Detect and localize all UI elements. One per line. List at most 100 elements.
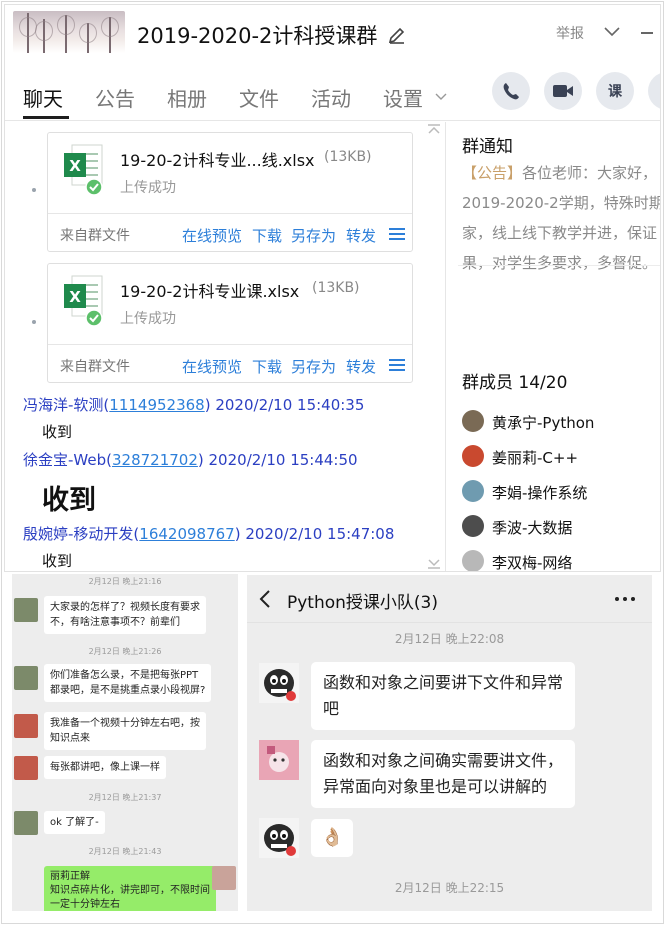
chat-timestamp: 2月12日 晚上21:43 (88, 847, 162, 856)
chat-bubble: 你们准备怎么录，不是把每张PPT 都录吧，是不是挑重点录小段视屏? (44, 664, 212, 702)
lesson-button-label: 课 (608, 84, 622, 100)
group-info-panel: 群通知 【公告】各位老师：大家好， 2019-2020-2学期，特殊时期 家，线… (445, 122, 661, 572)
notice-line: 【公告】各位老师：大家好， (462, 164, 658, 182)
chat-message-list[interactable]: X 19-20-2计科专业...线.xlsx (13KB) 上传成功 来自群文件… (5, 122, 443, 571)
file-source: 来自群文件 (60, 359, 130, 375)
chat-bubble: 每张都讲吧，像上课一样 (44, 756, 166, 779)
notice-body[interactable]: 【公告】各位老师：大家好， 2019-2020-2学期，特殊时期 家，线上线下教… (462, 158, 661, 278)
file-card[interactable]: X 19-20-2计科专业课.xlsx (13KB) 上传成功 来自群文件 在线… (47, 263, 413, 383)
chevron-down-icon[interactable] (603, 25, 621, 39)
tab-activity[interactable]: 活动 (311, 83, 351, 112)
upload-status: 上传成功 (120, 311, 176, 327)
sender-name[interactable]: 殷婉婷-移动开发 (23, 525, 133, 543)
message-header: 殷婉婷-移动开发(1642098767) 2020/2/10 15:47:08 (23, 525, 395, 543)
message-text: 收到 (42, 552, 73, 570)
chat-title: Python授课小队(3) (287, 593, 439, 613)
chat-bubble-emoji: 👌🏼 (311, 819, 354, 857)
chat-bubble: 函数和对象之间确实需要讲文件， 异常面向对象里也是可以讲解的 (311, 740, 576, 808)
video-call-button[interactable] (544, 72, 582, 110)
notice-line: 2019-2020-2学期，特殊时期 (462, 194, 661, 212)
divider (458, 265, 660, 266)
message-time: 2020/2/10 15:44:50 (208, 451, 358, 469)
file-name: 19-20-2计科专业课.xlsx (120, 282, 300, 301)
sender-name[interactable]: 徐金宝-Web (23, 451, 106, 469)
avatar (462, 445, 484, 467)
mobile-chat-screenshot-left: 2月12日 晚上21:16 大家录的怎样了？视频长度有要求 不，有啥注意事项不？… (12, 574, 238, 911)
video-camera-icon (553, 85, 573, 97)
file-size: (13KB) (312, 280, 360, 296)
minimize-icon[interactable] (641, 32, 653, 34)
excel-file-icon: X (64, 144, 103, 195)
tab-chat[interactable]: 聊天 (23, 83, 63, 112)
avatar (14, 811, 38, 835)
avatar (14, 598, 38, 622)
more-apps-button[interactable] (648, 72, 660, 110)
group-title: 2019-2020-2计科授课群 (137, 24, 378, 48)
title-bar: 2019-2020-2计科授课群 举报 (5, 5, 660, 57)
svg-text:X: X (69, 288, 81, 306)
download-button[interactable]: 下载 (252, 356, 282, 377)
lesson-button[interactable]: 课 (596, 72, 634, 110)
notice-tag: 【公告】 (462, 164, 523, 182)
tab-files[interactable]: 文件 (239, 83, 279, 112)
scroll-up-icon[interactable] (427, 124, 441, 134)
message-dot (32, 188, 36, 192)
sender-id-link[interactable]: 1114952368 (109, 396, 204, 414)
cartoon-avatar-icon (259, 818, 299, 858)
file-card[interactable]: X 19-20-2计科专业...线.xlsx (13KB) 上传成功 来自群文件… (47, 132, 413, 252)
chevron-down-icon[interactable] (435, 93, 447, 101)
forward-button[interactable]: 转发 (346, 225, 376, 246)
chat-timestamp: 2月12日 晚上22:08 (394, 632, 505, 646)
tab-settings[interactable]: 设置 (383, 83, 423, 112)
chat-bubble-self: 丽莉正解 知识点碎片化，讲完即可，不限时间 一定十分钟左右 (44, 866, 216, 911)
svg-text:X: X (69, 157, 81, 175)
upload-status: 上传成功 (120, 180, 176, 196)
file-card-footer: 来自群文件 在线预览 下载 另存为 转发 (48, 213, 412, 253)
avatar (14, 714, 38, 738)
sender-name[interactable]: 冯海洋-软测 (23, 396, 103, 414)
avatar (259, 740, 299, 780)
member-name: 黄承宁-Python (492, 414, 595, 432)
notice-line: 家，线上线下教学并进，保证 (462, 224, 658, 242)
member-name: 姜丽莉-C++ (492, 449, 579, 467)
more-icon[interactable] (615, 597, 635, 601)
forward-button[interactable]: 转发 (346, 356, 376, 377)
members-title: 群成员 14/20 (462, 373, 568, 393)
file-name: 19-20-2计科专业...线.xlsx (120, 151, 315, 170)
scroll-down-icon[interactable] (427, 559, 441, 569)
group-chat-window: 2019-2020-2计科授课群 举报 聊天 公告 相册 文件 活动 设置 课 … (4, 4, 661, 572)
tab-announcement[interactable]: 公告 (95, 83, 135, 112)
preview-online-button[interactable]: 在线预览 (182, 225, 242, 246)
save-as-button[interactable]: 另存为 (291, 225, 336, 246)
chat-timestamp: 2月12日 晚上22:15 (394, 881, 505, 895)
avatar (259, 663, 299, 703)
avatar (259, 818, 299, 858)
member-name: 李双梅-网络 (492, 554, 573, 572)
download-button[interactable]: 下载 (252, 225, 282, 246)
preview-online-button[interactable]: 在线预览 (182, 356, 242, 377)
tab-album[interactable]: 相册 (167, 83, 207, 112)
avatar (14, 666, 38, 690)
chat-header: Python授课小队(3) (247, 575, 652, 623)
file-card-footer: 来自群文件 在线预览 下载 另存为 转发 (48, 344, 412, 384)
avatar (462, 410, 484, 432)
edit-pencil-icon[interactable] (387, 25, 407, 45)
cartoon-avatar-icon (259, 663, 299, 703)
sender-id-link[interactable]: 1642098767 (139, 525, 234, 543)
member-name: 季波-大数据 (492, 519, 573, 537)
file-size: (13KB) (324, 149, 372, 165)
sender-id-link[interactable]: 328721702 (112, 451, 198, 469)
mobile-chat-screenshot-right: Python授课小队(3) 2月12日 晚上22:08 函数和对象之间要讲下文件… (247, 575, 652, 911)
message-header: 徐金宝-Web(328721702) 2020/2/10 15:44:50 (23, 451, 358, 469)
back-arrow-icon[interactable] (259, 589, 271, 609)
menu-icon[interactable] (389, 359, 405, 371)
message-text: 收到 (42, 423, 73, 441)
message-time: 2020/2/10 15:47:08 (245, 525, 395, 543)
chat-timestamp: 2月12日 晚上21:26 (88, 647, 162, 656)
group-avatar-photo (13, 11, 125, 53)
report-link[interactable]: 举报 (556, 23, 584, 43)
menu-icon[interactable] (389, 228, 405, 240)
save-as-button[interactable]: 另存为 (291, 356, 336, 377)
voice-call-button[interactable] (492, 72, 530, 110)
message-dot (32, 320, 36, 324)
